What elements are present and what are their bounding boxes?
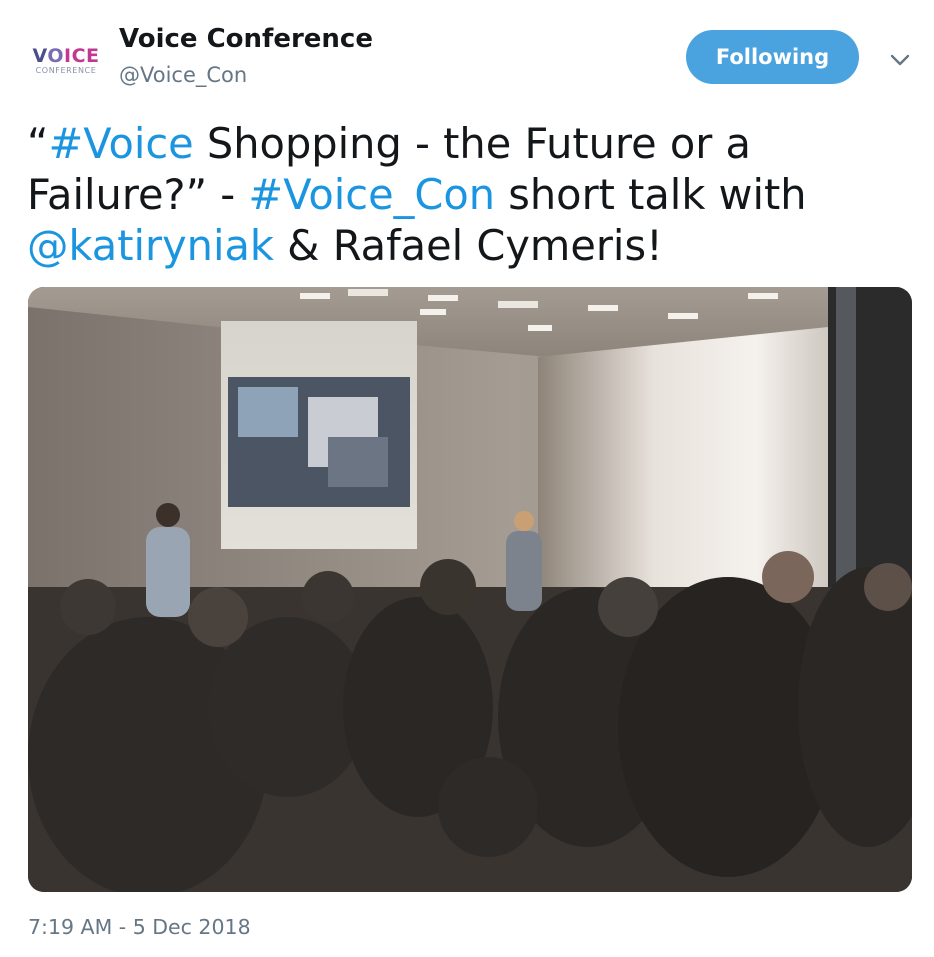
tweet-header: VOICE CONFERENCE Voice Conference @Voice… (0, 0, 934, 110)
following-button[interactable]: Following (686, 30, 859, 84)
tweet-text: “#Voice Shopping - the Future or a Failu… (27, 118, 907, 271)
tweet-timestamp[interactable]: 7:19 AM - 5 Dec 2018 (28, 915, 251, 939)
author-handle[interactable]: @Voice_Con (119, 63, 247, 87)
avatar-logo: VOICE (32, 45, 100, 67)
photo-room-scene (28, 287, 912, 892)
author-display-name[interactable]: Voice Conference (119, 24, 373, 54)
tweet-text-segment: “ (27, 119, 49, 168)
mention-link[interactable]: @katiryniak (27, 221, 274, 270)
tweet-text-segment: short talk with (495, 170, 807, 219)
conference-photo[interactable] (28, 287, 912, 892)
chevron-down-icon[interactable] (886, 46, 914, 74)
tweet-text-segment: & Rafael Cymeris! (273, 221, 663, 270)
hashtag-link[interactable]: #Voice_Con (248, 170, 495, 219)
avatar-logo-subtitle: CONFERENCE (35, 66, 97, 75)
hashtag-link[interactable]: #Voice (49, 119, 194, 168)
avatar[interactable]: VOICE CONFERENCE (24, 36, 108, 86)
